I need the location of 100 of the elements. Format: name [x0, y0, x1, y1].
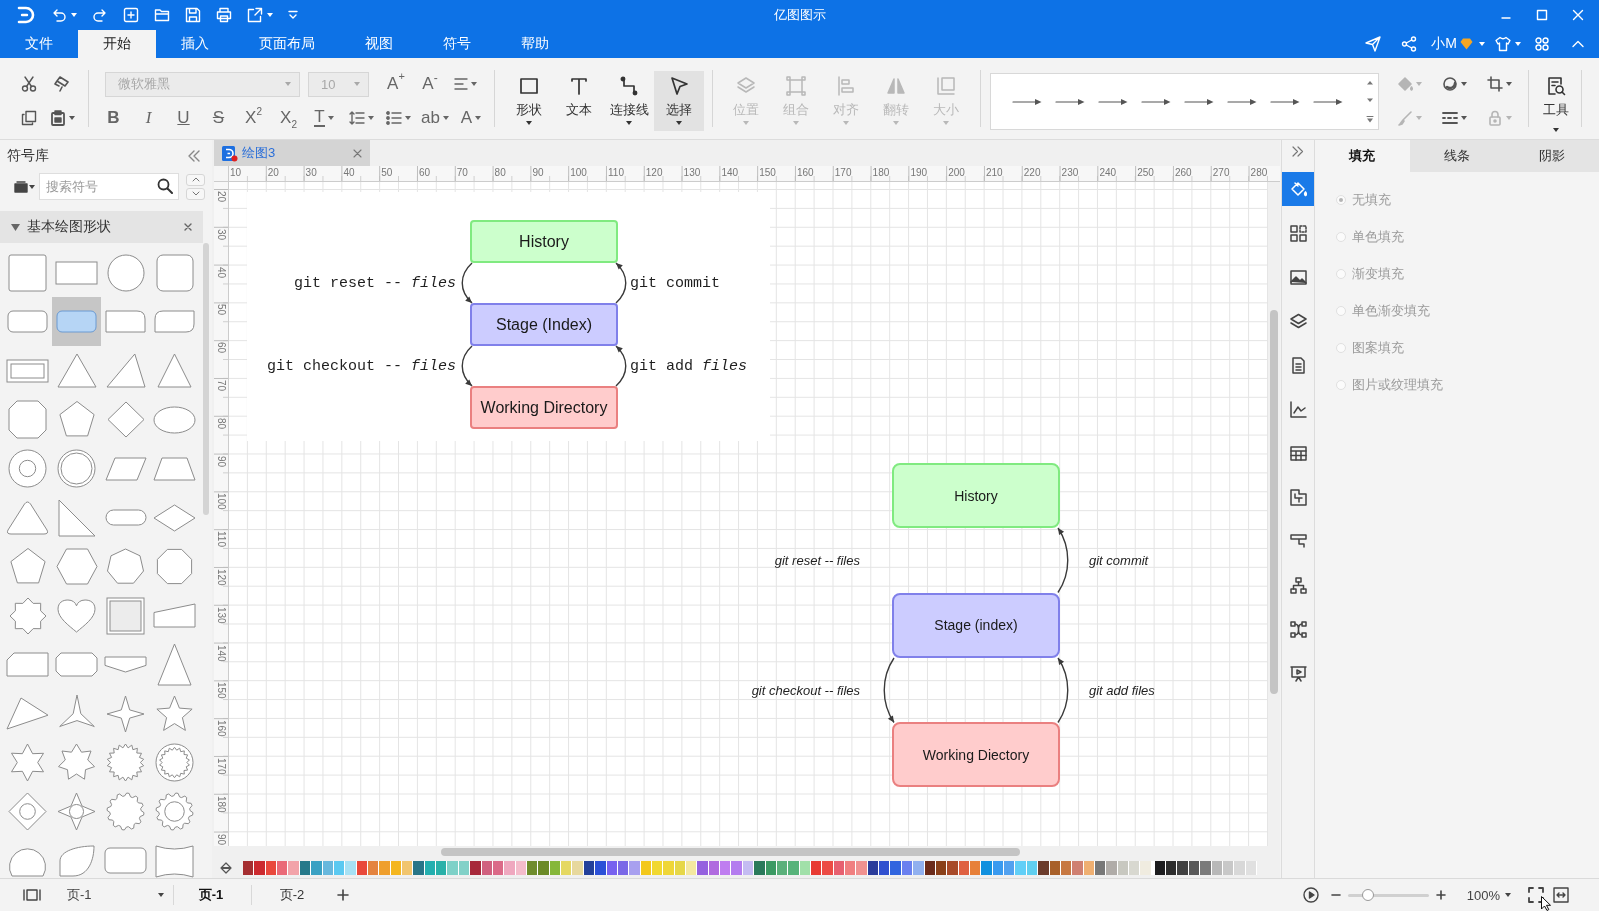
- export-icon[interactable]: [247, 7, 263, 23]
- color-swatch[interactable]: [981, 861, 993, 875]
- color-swatch[interactable]: [356, 861, 368, 875]
- collapse-left-icon[interactable]: [187, 150, 201, 162]
- font-color-button[interactable]: A: [454, 103, 488, 133]
- color-swatch[interactable]: [845, 861, 857, 875]
- arrow-line-icon[interactable]: [1012, 97, 1042, 106]
- color-swatch[interactable]: [481, 861, 493, 875]
- color-swatch[interactable]: [879, 861, 891, 875]
- color-swatch[interactable]: [1177, 861, 1189, 875]
- scissors-icon[interactable]: [21, 76, 37, 92]
- arrow-line-icon[interactable]: [1227, 97, 1257, 106]
- color-swatch[interactable]: [697, 861, 709, 875]
- scroll-up-icon[interactable]: [1366, 80, 1374, 85]
- close-icon[interactable]: [353, 148, 362, 158]
- color-swatch[interactable]: [1038, 861, 1050, 875]
- save-icon[interactable]: [185, 7, 201, 23]
- menu-tab[interactable]: 文件: [0, 30, 78, 58]
- color-swatch[interactable]: [1200, 861, 1212, 875]
- color-swatch[interactable]: [822, 861, 834, 875]
- color-swatch[interactable]: [413, 861, 425, 875]
- color-swatch[interactable]: [765, 861, 777, 875]
- fit-page-icon[interactable]: [1528, 887, 1544, 903]
- color-swatch[interactable]: [1106, 861, 1118, 875]
- highlight-button[interactable]: ab: [416, 103, 454, 133]
- subscript-button[interactable]: X$_{2}$: [271, 103, 306, 133]
- color-swatch[interactable]: [1083, 861, 1095, 875]
- color-swatch[interactable]: [322, 861, 334, 875]
- print-icon[interactable]: [216, 7, 232, 23]
- color-swatch[interactable]: [1166, 861, 1178, 875]
- paper-plane-icon[interactable]: [1365, 36, 1382, 52]
- expand-triangle-icon[interactable]: [11, 223, 20, 231]
- tools-button[interactable]: 工具: [1535, 71, 1577, 131]
- arrow-line-icon[interactable]: [1141, 97, 1171, 106]
- menu-tab[interactable]: 插入: [156, 30, 234, 58]
- clipboard-icon[interactable]: [49, 110, 66, 126]
- slider-thumb[interactable]: [1362, 888, 1374, 901]
- shrink-font-button[interactable]: A$^{-}$: [413, 69, 447, 99]
- color-swatch[interactable]: [1140, 861, 1152, 875]
- more-styles-icon[interactable]: [1366, 116, 1374, 123]
- connector-tool-button[interactable]: 连接线: [604, 71, 654, 131]
- fill-bucket-icon[interactable]: [220, 862, 232, 874]
- library-icon[interactable]: [14, 180, 28, 193]
- color-swatch[interactable]: [799, 861, 811, 875]
- color-swatch[interactable]: [254, 861, 266, 875]
- zoom-select[interactable]: 100%: [1466, 887, 1511, 903]
- color-swatch[interactable]: [731, 861, 743, 875]
- color-swatch[interactable]: [856, 861, 868, 875]
- close-icon[interactable]: [184, 223, 192, 231]
- color-swatch[interactable]: [447, 861, 459, 875]
- color-swatch[interactable]: [288, 861, 300, 875]
- color-swatch[interactable]: [572, 861, 584, 875]
- folder-icon[interactable]: [154, 7, 170, 23]
- search-icon[interactable]: [157, 178, 173, 194]
- shape-tool-button[interactable]: 形状: [504, 71, 554, 131]
- page-view-icon[interactable]: [23, 889, 41, 901]
- arrow-line-icon[interactable]: [1270, 97, 1300, 106]
- color-swatch[interactable]: [1015, 861, 1027, 875]
- panel-tab[interactable]: 阴影: [1504, 140, 1599, 172]
- color-swatch[interactable]: [311, 861, 323, 875]
- menu-tab[interactable]: 页面布局: [234, 30, 340, 58]
- color-swatch[interactable]: [1129, 861, 1141, 875]
- color-swatch[interactable]: [788, 861, 800, 875]
- color-swatch[interactable]: [663, 861, 675, 875]
- undo-icon[interactable]: [51, 7, 67, 23]
- menu-tab[interactable]: 符号: [418, 30, 496, 58]
- arrow-line-icon[interactable]: [1055, 97, 1085, 106]
- new-file-icon[interactable]: [123, 7, 139, 23]
- caret-icon[interactable]: [267, 13, 273, 17]
- caret-icon[interactable]: [71, 13, 77, 17]
- color-swatch[interactable]: [538, 861, 550, 875]
- color-swatch[interactable]: [970, 861, 982, 875]
- color-swatch[interactable]: [924, 861, 936, 875]
- scrollbar-thumb[interactable]: [1270, 310, 1278, 694]
- color-swatch[interactable]: [754, 861, 766, 875]
- text-tool-button[interactable]: 文本: [554, 71, 604, 131]
- shirt-icon[interactable]: [1495, 36, 1511, 52]
- color-swatch[interactable]: [686, 861, 698, 875]
- scroll-down-button[interactable]: [186, 187, 205, 200]
- color-swatch[interactable]: [606, 861, 618, 875]
- color-swatch[interactable]: [1245, 861, 1257, 875]
- expand-right-icon[interactable]: [1292, 145, 1304, 157]
- panel-tab[interactable]: 线条: [1409, 140, 1505, 172]
- color-swatch[interactable]: [1211, 861, 1223, 875]
- color-swatch[interactable]: [629, 861, 641, 875]
- arrow-line-icon[interactable]: [1098, 97, 1128, 106]
- underline-button[interactable]: U: [166, 103, 201, 133]
- four-circles-icon[interactable]: [1535, 37, 1549, 51]
- color-swatch[interactable]: [720, 861, 732, 875]
- color-swatch[interactable]: [402, 861, 414, 875]
- side-panel-button[interactable]: [1282, 172, 1314, 206]
- color-swatch[interactable]: [1234, 861, 1246, 875]
- strikethrough-button[interactable]: S: [201, 103, 236, 133]
- color-swatch[interactable]: [890, 861, 902, 875]
- select-tool-button[interactable]: 选择: [654, 71, 704, 131]
- format-painter-icon[interactable]: [54, 76, 70, 92]
- redo-icon[interactable]: [92, 7, 108, 23]
- fit-width-icon[interactable]: [1553, 887, 1569, 903]
- color-swatch[interactable]: [436, 861, 448, 875]
- color-swatch[interactable]: [913, 861, 925, 875]
